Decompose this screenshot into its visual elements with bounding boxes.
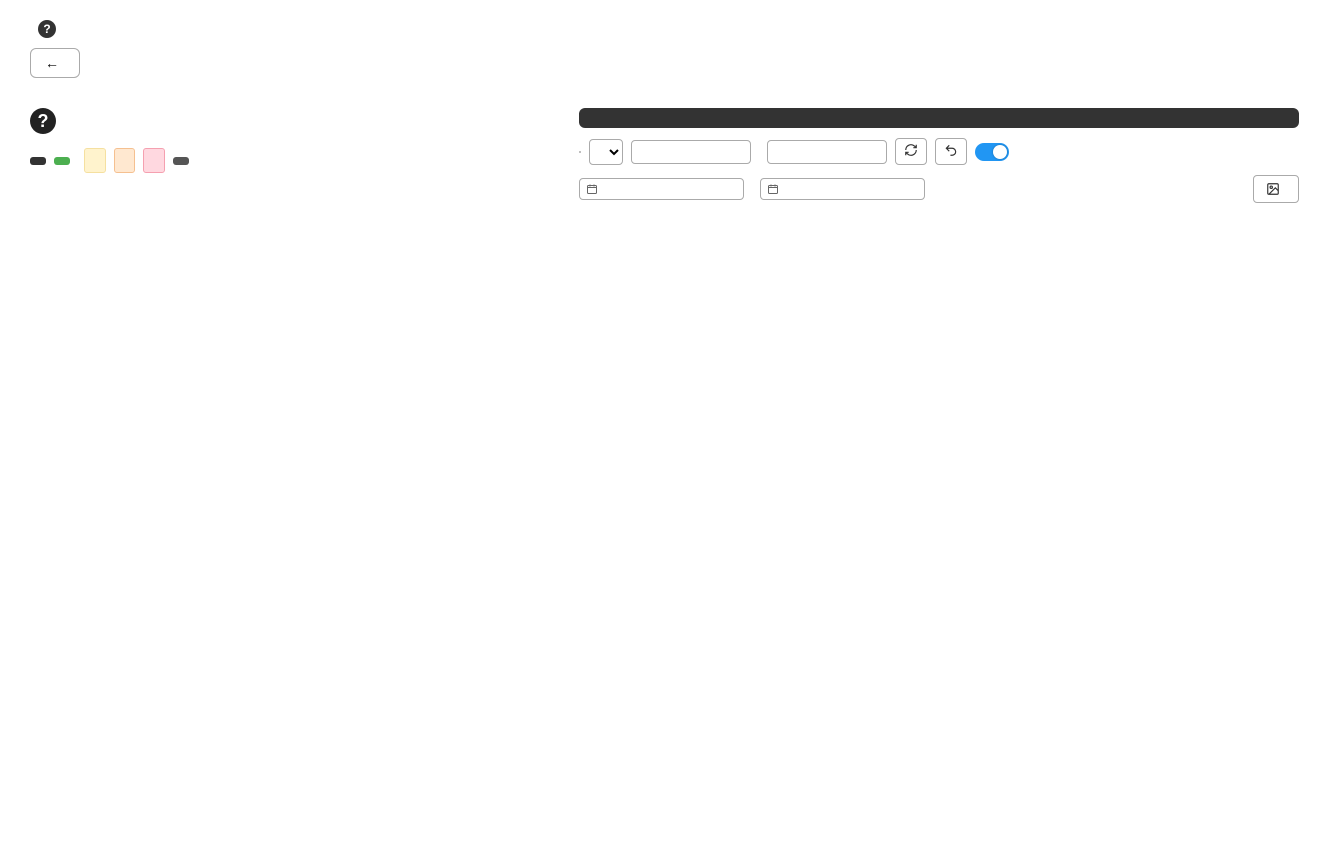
refresh-icon	[904, 143, 918, 157]
upper-input[interactable]	[767, 140, 887, 164]
calendar-icon	[767, 183, 779, 195]
undo-button[interactable]	[935, 138, 967, 165]
warning-badge[interactable]	[84, 148, 106, 173]
refresh-button[interactable]	[895, 138, 927, 165]
host-info: ?	[30, 108, 195, 173]
arrow-left-icon: ←	[45, 55, 59, 71]
undo-icon	[944, 143, 958, 157]
unknown-badge[interactable]	[114, 148, 136, 173]
png-export-button[interactable]	[1253, 175, 1299, 203]
help-icon[interactable]: ?	[38, 20, 56, 38]
page-title: ?	[30, 20, 1299, 38]
image-icon	[1266, 182, 1280, 196]
calendar-icon	[586, 183, 598, 195]
host-status-icon: ?	[30, 108, 56, 134]
threshold-toggle[interactable]	[975, 143, 1009, 161]
lower-input[interactable]	[631, 140, 751, 164]
ok-badge[interactable]	[54, 157, 70, 165]
date-from-input[interactable]	[579, 178, 744, 200]
calc-select[interactable]	[589, 139, 623, 165]
date-to-input[interactable]	[760, 178, 925, 200]
pending-badge[interactable]	[173, 157, 189, 165]
critical-badge[interactable]	[143, 148, 165, 173]
summary-badge	[30, 157, 46, 165]
time-range-buttons	[579, 151, 581, 153]
back-button[interactable]: ←	[30, 48, 80, 78]
controls-panel	[579, 108, 1299, 203]
